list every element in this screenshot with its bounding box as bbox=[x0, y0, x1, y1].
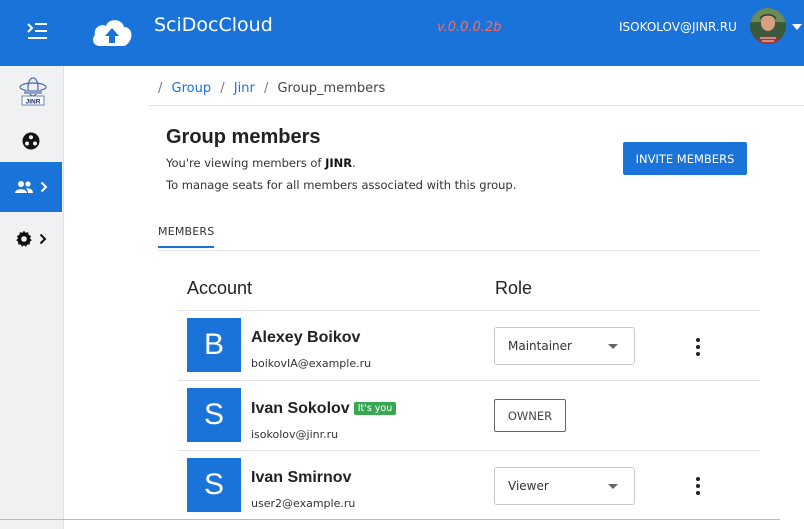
cloud-upload-icon[interactable] bbox=[90, 14, 134, 50]
breadcrumb-divider bbox=[148, 105, 804, 106]
breadcrumb-separator: / bbox=[220, 81, 225, 96]
rail-item-members[interactable] bbox=[0, 162, 62, 212]
user-avatar[interactable] bbox=[750, 8, 786, 44]
chevron-right-icon bbox=[39, 233, 47, 245]
role-select-value: Maintainer bbox=[508, 339, 572, 353]
member-name-with-badge: Ivan Sokolov It's you bbox=[251, 400, 397, 418]
jinr-logo[interactable]: JINR bbox=[17, 76, 49, 106]
column-header-account: Account bbox=[187, 278, 253, 298]
row-divider bbox=[178, 450, 760, 451]
member-avatar: S bbox=[187, 388, 241, 442]
tab-members[interactable]: MEMBERS bbox=[158, 225, 215, 248]
version-label: v.0.0.0.2b bbox=[437, 20, 502, 35]
breadcrumb-jinr[interactable]: Jinr bbox=[234, 81, 255, 96]
tabs-divider bbox=[158, 250, 760, 251]
member-email: boikovIA@example.ru bbox=[251, 357, 372, 370]
subtitle-prefix: You're viewing members of bbox=[166, 156, 326, 170]
svg-text:JINR: JINR bbox=[26, 99, 41, 106]
group-icon bbox=[15, 181, 33, 193]
top-bar: SciDocCloud v.0.0.0.2b ISOKOLOV@JINR.RU bbox=[0, 0, 804, 66]
chevron-down-icon bbox=[608, 484, 618, 489]
owner-role-label: OWNER bbox=[494, 399, 566, 432]
bottom-divider bbox=[0, 519, 780, 520]
rail-item-community[interactable] bbox=[0, 116, 62, 166]
member-avatar: B bbox=[187, 318, 241, 372]
row-divider bbox=[178, 380, 760, 381]
chevron-right-icon bbox=[40, 181, 48, 193]
page-subtitle-2: To manage seats for all members associat… bbox=[166, 178, 517, 192]
member-name: Alexey Boikov bbox=[251, 329, 361, 346]
member-email: user2@example.ru bbox=[251, 497, 356, 510]
left-rail: JINR bbox=[0, 66, 64, 529]
header-divider bbox=[178, 310, 760, 311]
app-title[interactable]: SciDocCloud bbox=[154, 14, 273, 36]
user-email[interactable]: ISOKOLOV@JINR.RU bbox=[619, 20, 737, 34]
more-options-icon[interactable] bbox=[690, 475, 706, 497]
breadcrumb: / Group / Jinr / Group_members bbox=[158, 81, 385, 96]
member-name: Ivan Smirnov bbox=[251, 469, 352, 486]
more-options-icon[interactable] bbox=[690, 336, 706, 358]
column-header-role: Role bbox=[495, 278, 533, 298]
invite-members-button[interactable]: INVITE MEMBERS bbox=[623, 142, 747, 175]
role-select[interactable]: Viewer bbox=[494, 467, 635, 505]
member-avatar: S bbox=[187, 458, 241, 512]
breadcrumb-separator: / bbox=[158, 81, 163, 96]
breadcrumb-group[interactable]: Group bbox=[172, 81, 212, 96]
role-select-value: Viewer bbox=[508, 479, 549, 493]
breadcrumb-current: Group_members bbox=[277, 81, 386, 96]
member-email: isokolov@jinr.ru bbox=[251, 428, 339, 441]
member-name: Ivan Sokolov bbox=[251, 400, 350, 417]
role-select[interactable]: Maintainer bbox=[494, 327, 635, 365]
rail-item-settings[interactable] bbox=[0, 214, 62, 264]
page-title: Group members bbox=[166, 126, 321, 148]
community-icon bbox=[22, 132, 40, 150]
page-subtitle: You're viewing members of JINR. bbox=[166, 156, 356, 170]
its-you-badge: It's you bbox=[353, 402, 397, 415]
subtitle-group-name: JINR bbox=[325, 156, 353, 170]
chevron-down-icon bbox=[608, 344, 618, 349]
subtitle-suffix: . bbox=[352, 156, 356, 170]
user-menu-caret-icon[interactable] bbox=[792, 24, 802, 30]
menu-toggle-icon[interactable] bbox=[26, 20, 48, 42]
breadcrumb-separator: / bbox=[263, 81, 269, 96]
settings-icon bbox=[16, 230, 32, 247]
